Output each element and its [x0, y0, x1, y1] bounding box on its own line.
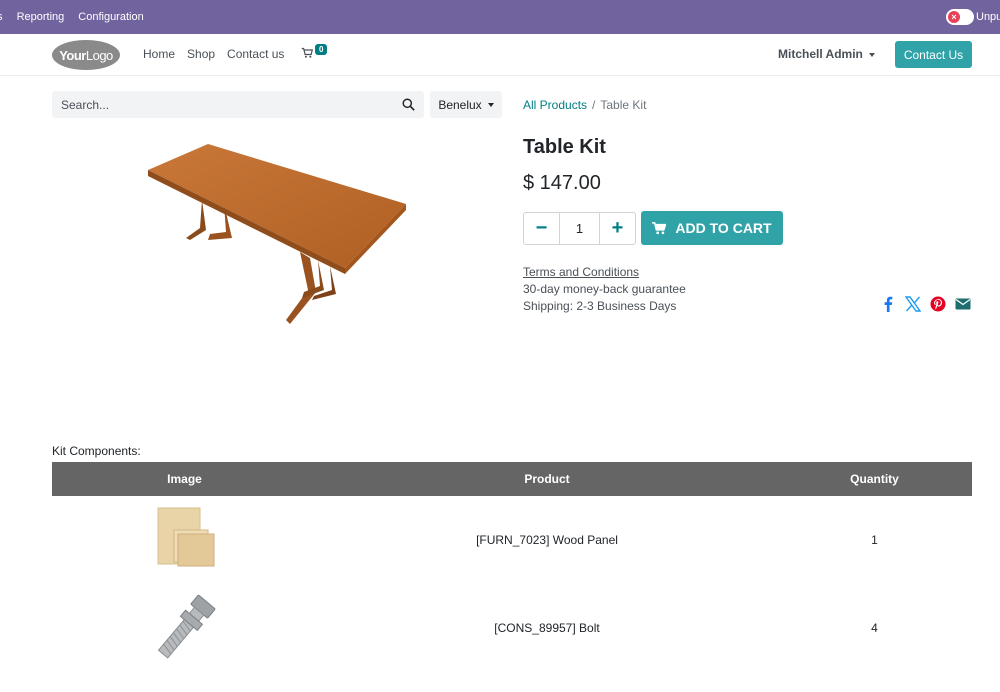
main-nav: Home Shop Contact us — [143, 47, 296, 61]
email-icon[interactable] — [955, 296, 971, 312]
site-header: YourLogo Home Shop Contact us 0 Mitchell… — [0, 34, 1000, 76]
cart-count-badge: 0 — [315, 44, 328, 55]
increase-quantity-button[interactable]: + — [600, 213, 635, 244]
bolt-image — [157, 594, 215, 659]
logo-text-your: Your — [59, 47, 86, 63]
pinterest-icon[interactable] — [930, 296, 946, 312]
contact-us-button[interactable]: Contact Us — [895, 41, 972, 68]
add-to-cart-label: ADD TO CART — [675, 220, 772, 236]
site-logo[interactable]: YourLogo — [52, 40, 120, 70]
pricelist-dropdown[interactable]: Benelux — [430, 91, 502, 118]
admin-menu-item-reporting[interactable]: Reporting — [17, 11, 65, 23]
component-image-cell — [52, 496, 317, 584]
admin-menu: ts Reporting Configuration — [0, 11, 158, 23]
component-image-cell — [52, 584, 317, 672]
product-image-table — [148, 144, 406, 324]
table-header-row: Image Product Quantity — [52, 462, 972, 496]
search-input[interactable]: Search... — [61, 98, 109, 112]
nav-shop[interactable]: Shop — [187, 47, 215, 61]
publish-toggle-label: Unpu — [976, 11, 1000, 23]
chevron-down-icon — [868, 52, 875, 57]
user-name: Mitchell Admin — [778, 47, 863, 61]
component-quantity: 1 — [871, 533, 878, 547]
admin-top-bar: ts Reporting Configuration × Unpu — [0, 0, 1000, 34]
cart-link[interactable]: 0 — [301, 44, 328, 64]
add-to-cart-button[interactable]: ADD TO CART — [641, 211, 783, 245]
wood-panel-image — [157, 507, 214, 567]
product-search[interactable]: Search... — [52, 91, 424, 118]
money-back-guarantee: 30-day money-back guarantee — [523, 282, 686, 296]
shipping-info: Shipping: 2-3 Business Days — [523, 299, 677, 313]
component-product-name: [CONS_89957] Bolt — [494, 621, 600, 635]
quantity-stepper: − 1 + — [523, 212, 636, 245]
terms-and-conditions-link[interactable]: Terms and Conditions — [523, 265, 639, 279]
table-row: [FURN_7023] Wood Panel 1 — [52, 496, 972, 584]
breadcrumb: All Products / Table Kit — [523, 98, 646, 112]
table-row: [CONS_89957] Bolt 4 — [52, 584, 972, 672]
admin-menu-item-partial[interactable]: ts — [0, 11, 3, 23]
logo-text: YourLogo — [59, 48, 113, 63]
breadcrumb-all-products[interactable]: All Products — [523, 98, 587, 112]
product-title: Table Kit — [523, 136, 606, 158]
nav-home[interactable]: Home — [143, 47, 175, 61]
pricelist-value: Benelux — [438, 97, 482, 112]
breadcrumb-separator: / — [592, 98, 596, 112]
publish-toggle[interactable]: × — [946, 9, 974, 25]
decrease-quantity-button[interactable]: − — [524, 213, 559, 244]
kit-components-table: Image Product Quantity [FURN_7023] Wood … — [52, 462, 972, 672]
product-price: $ 147.00 — [523, 172, 601, 194]
component-quantity: 4 — [871, 621, 878, 635]
logo-text-logo: Logo — [85, 47, 113, 63]
breadcrumb-current: Table Kit — [600, 98, 647, 112]
admin-menu-item-configuration[interactable]: Configuration — [78, 11, 143, 23]
chevron-down-icon — [487, 102, 494, 107]
component-product-name: [FURN_7023] Wood Panel — [476, 533, 618, 547]
nav-contact-us[interactable]: Contact us — [227, 47, 284, 61]
search-icon[interactable] — [402, 98, 415, 111]
quantity-input[interactable]: 1 — [559, 213, 600, 244]
cart-icon — [301, 47, 314, 58]
user-menu[interactable]: Mitchell Admin — [778, 47, 875, 61]
cart-icon — [652, 221, 667, 234]
kit-components-label: Kit Components: — [52, 444, 141, 458]
column-header-product: Product — [317, 462, 777, 496]
x-twitter-icon[interactable] — [905, 296, 921, 312]
facebook-icon[interactable] — [880, 296, 896, 312]
column-header-quantity: Quantity — [777, 462, 972, 496]
share-buttons — [880, 296, 980, 312]
column-header-image: Image — [52, 462, 317, 496]
unpublished-icon: × — [948, 11, 960, 23]
